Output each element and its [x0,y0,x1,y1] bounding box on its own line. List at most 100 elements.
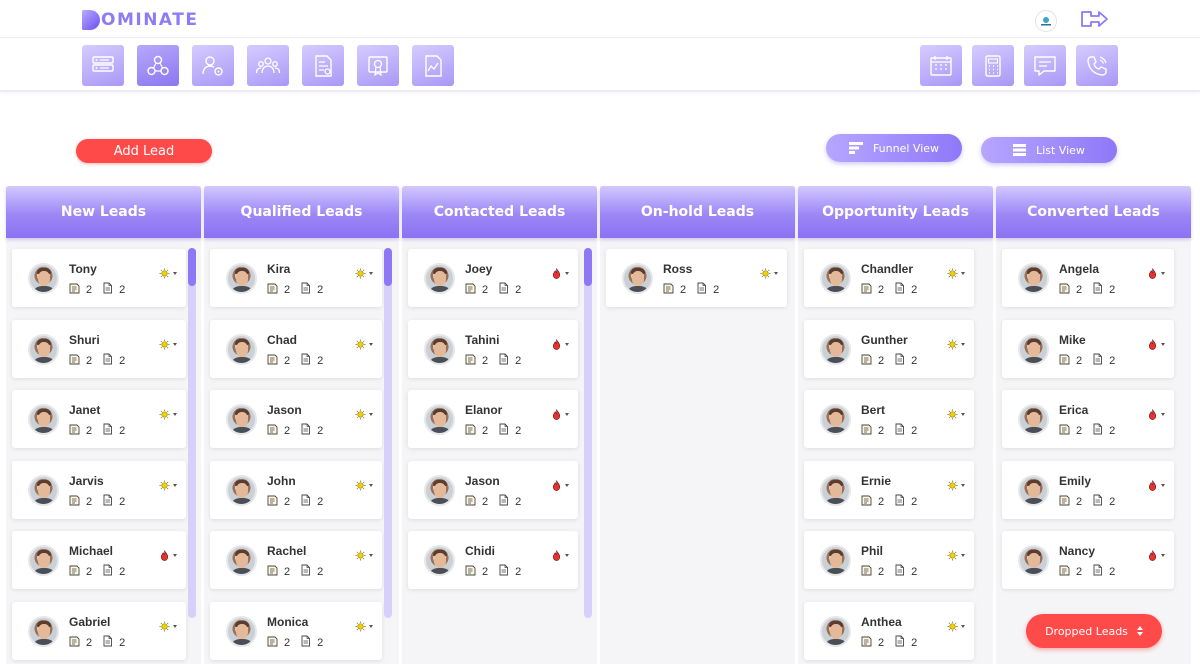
note-icon[interactable] [267,353,284,368]
lead-card[interactable]: Bert 2 2 [804,390,974,448]
status-dropdown[interactable] [355,335,373,354]
tool-team[interactable] [247,45,289,86]
note-icon[interactable] [69,282,86,297]
note-icon[interactable] [465,564,482,579]
lead-name[interactable]: John [267,474,296,488]
document-icon[interactable] [498,423,515,438]
status-dropdown[interactable] [1147,264,1165,283]
status-dropdown[interactable] [760,264,778,283]
lead-name[interactable]: Gunther [861,333,908,347]
lead-name[interactable]: Tony [69,262,97,276]
lead-card[interactable]: Erica 2 2 [1002,390,1174,448]
lead-name[interactable]: Gabriel [69,615,110,629]
status-dropdown[interactable] [355,617,373,636]
tool-calendar[interactable] [920,45,962,86]
scrollbar-thumb[interactable] [584,248,592,286]
lead-card[interactable]: Jarvis 2 2 [12,461,186,519]
status-dropdown[interactable] [947,405,965,424]
note-icon[interactable] [69,635,86,650]
status-dropdown[interactable] [947,264,965,283]
lead-card[interactable]: Elanor 2 2 [408,390,578,448]
document-icon[interactable] [102,282,119,297]
document-icon[interactable] [1092,353,1109,368]
note-icon[interactable] [1059,282,1076,297]
lead-card[interactable]: Chidi 2 2 [408,531,578,589]
lead-name[interactable]: Elanor [465,403,502,417]
status-dropdown[interactable] [159,335,177,354]
document-icon[interactable] [894,635,911,650]
document-icon[interactable] [102,635,119,650]
status-dropdown[interactable] [551,335,569,354]
lead-name[interactable]: Chad [267,333,297,347]
lead-name[interactable]: Jason [465,474,500,488]
note-icon[interactable] [69,494,86,509]
status-dropdown[interactable] [355,264,373,283]
lead-card[interactable]: Nancy 2 2 [1002,531,1174,589]
tool-invoice[interactable] [302,45,344,86]
lead-card[interactable]: Jason 2 2 [408,461,578,519]
status-dropdown[interactable] [1147,546,1165,565]
dropped-leads-button[interactable]: Dropped Leads [1026,614,1162,648]
note-icon[interactable] [69,564,86,579]
note-icon[interactable] [861,635,878,650]
status-dropdown[interactable] [1147,335,1165,354]
list-view-button[interactable]: List View [981,137,1117,163]
document-icon[interactable] [498,564,515,579]
lead-name[interactable]: Chidi [465,544,495,558]
lead-card[interactable]: Chandler 2 2 [804,249,974,307]
lead-card[interactable]: Joey 2 2 [408,249,578,307]
lead-name[interactable]: Rachel [267,544,306,558]
logout-icon[interactable] [1078,8,1110,30]
tool-network[interactable] [137,45,179,86]
lead-card[interactable]: Kira 2 2 [210,249,382,307]
status-dropdown[interactable] [551,264,569,283]
document-icon[interactable] [1092,564,1109,579]
lead-card[interactable]: Michael 2 2 [12,531,186,589]
document-icon[interactable] [1092,282,1109,297]
lead-name[interactable]: Bert [861,403,885,417]
status-dropdown[interactable] [159,476,177,495]
lead-name[interactable]: Nancy [1059,544,1095,558]
status-dropdown[interactable] [551,476,569,495]
lead-name[interactable]: Emily [1059,474,1091,488]
lead-name[interactable]: Mike [1059,333,1086,347]
note-icon[interactable] [267,494,284,509]
lead-card[interactable]: Phil 2 2 [804,531,974,589]
document-icon[interactable] [894,353,911,368]
status-dropdown[interactable] [355,546,373,565]
note-icon[interactable] [267,423,284,438]
document-icon[interactable] [1092,423,1109,438]
status-dropdown[interactable] [355,405,373,424]
funnel-view-button[interactable]: Funnel View [826,134,962,162]
note-icon[interactable] [861,282,878,297]
note-icon[interactable] [861,353,878,368]
document-icon[interactable] [498,353,515,368]
note-icon[interactable] [267,282,284,297]
lead-name[interactable]: Phil [861,544,883,558]
lead-name[interactable]: Shuri [69,333,100,347]
document-icon[interactable] [300,282,317,297]
column-scrollbar[interactable] [384,248,392,618]
note-icon[interactable] [465,282,482,297]
note-icon[interactable] [663,282,680,297]
lead-name[interactable]: Anthea [861,615,902,629]
lead-name[interactable]: Chandler [861,262,913,276]
document-icon[interactable] [498,494,515,509]
lead-card[interactable]: Tony 2 2 [12,249,186,307]
app-logo[interactable]: OMINATE [82,8,198,32]
lead-card[interactable]: Monica 2 2 [210,602,382,660]
document-icon[interactable] [102,564,119,579]
lead-card[interactable]: Rachel 2 2 [210,531,382,589]
note-icon[interactable] [465,423,482,438]
lead-card[interactable]: Tahini 2 2 [408,320,578,378]
lead-card[interactable]: Janet 2 2 [12,390,186,448]
lead-name[interactable]: Erica [1059,403,1088,417]
status-dropdown[interactable] [947,617,965,636]
scrollbar-thumb[interactable] [384,248,392,286]
note-icon[interactable] [861,423,878,438]
note-icon[interactable] [1059,423,1076,438]
lead-card[interactable]: Emily 2 2 [1002,461,1174,519]
tool-report[interactable] [412,45,454,86]
status-dropdown[interactable] [159,617,177,636]
note-icon[interactable] [1059,564,1076,579]
